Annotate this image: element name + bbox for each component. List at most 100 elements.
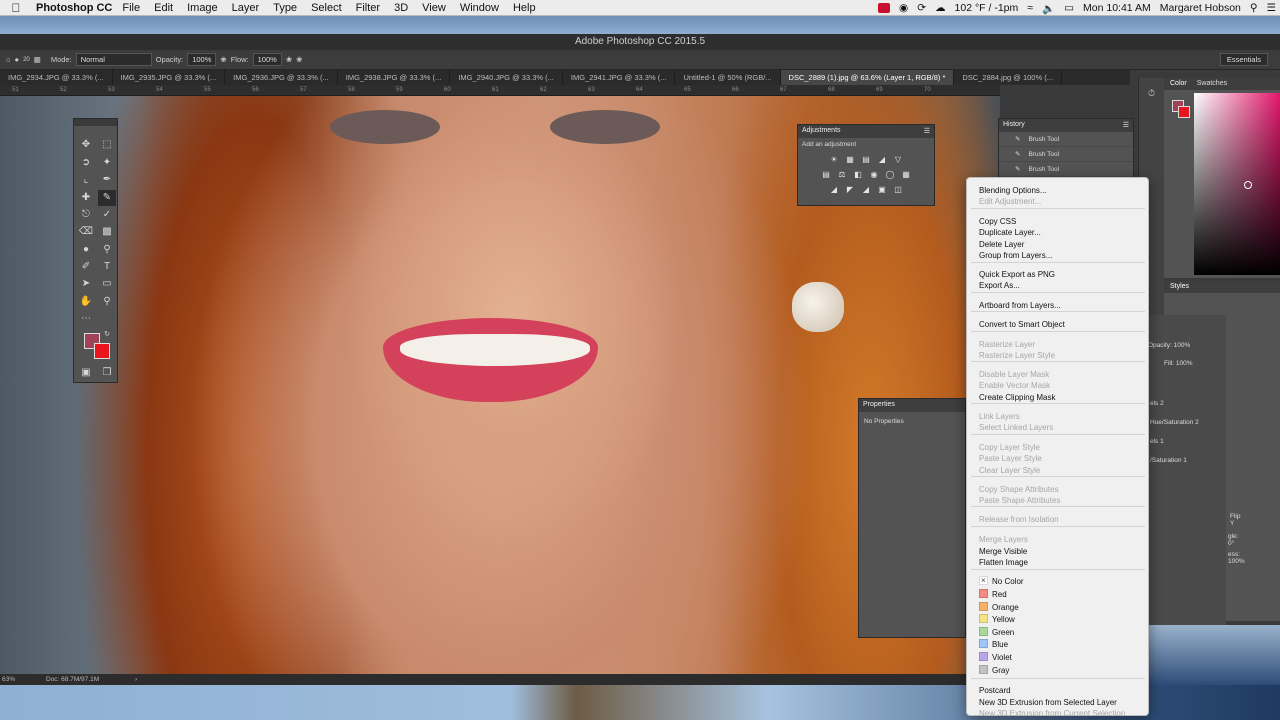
cloud-icon[interactable]: ☁ (935, 2, 946, 14)
eyedropper-tool-icon[interactable]: ✒ (98, 172, 116, 188)
app-menu[interactable]: Photoshop CC (36, 2, 112, 14)
selective-color-icon[interactable]: ◫ (892, 184, 905, 196)
workspace-switcher[interactable]: Essentials (1219, 53, 1268, 66)
photo-filter-icon[interactable]: ◉ (868, 169, 881, 181)
tab-img-2934[interactable]: IMG_2934.JPG @ 33.3% (... (0, 70, 113, 85)
context-menu-item-orange[interactable]: Orange (979, 602, 1019, 613)
brush-preset-icon[interactable]: ● (15, 55, 20, 64)
adobe-icon[interactable] (878, 3, 891, 13)
adjustments-header[interactable]: Adjustments ☰ (798, 125, 934, 138)
context-menu-item-blue[interactable]: Blue (979, 639, 1008, 650)
brightness-contrast-icon[interactable]: ☀ (828, 154, 841, 166)
history-item[interactable]: ✎ Brush Tool (999, 162, 1133, 177)
brush-panel-icon[interactable]: ▦ (34, 55, 41, 64)
layers-opacity[interactable]: Opacity: 100% (1148, 342, 1190, 349)
background-color-swatch[interactable] (94, 343, 110, 359)
screen-mode-icon[interactable]: ❐ (98, 365, 116, 381)
tab-img-2938[interactable]: IMG_2938.JPG @ 33.3% (... (338, 70, 451, 85)
blur-tool-icon[interactable]: ● (77, 242, 95, 258)
tab-dsc-2889[interactable]: DSC_2889 (1).jpg @ 63.6% (Layer 1, RGB/8… (780, 70, 955, 85)
tools-panel-grip[interactable] (74, 119, 117, 126)
levels-icon[interactable]: ▦ (844, 154, 857, 166)
context-menu-item-convert-to-smart-object[interactable]: Convert to Smart Object (979, 319, 1065, 330)
dodge-tool-icon[interactable]: ⚲ (98, 242, 116, 258)
eye-icon[interactable]: ◉ (899, 2, 908, 14)
zoom-level[interactable]: 63% (2, 676, 15, 683)
context-menu-item-duplicate-layer[interactable]: Duplicate Layer... (979, 227, 1041, 238)
layers-fill[interactable]: Fill: 100% (1164, 360, 1193, 367)
home-icon[interactable]: ⌂ (6, 55, 11, 64)
tab-img-2940[interactable]: IMG_2940.JPG @ 33.3% (... (450, 70, 563, 85)
context-menu-item-group-from-layers[interactable]: Group from Layers... (979, 250, 1052, 261)
color-balance-icon[interactable]: ⚖ (836, 169, 849, 181)
crop-tool-icon[interactable]: ⌞ (77, 172, 95, 188)
context-menu-item-create-clipping-mask[interactable]: Create Clipping Mask (979, 392, 1055, 403)
type-tool-icon[interactable]: T (98, 259, 116, 275)
tab-img-2936[interactable]: IMG_2936.JPG @ 33.3% (... (225, 70, 338, 85)
layer-row[interactable]: /Saturation 1 (1150, 457, 1187, 464)
context-menu-item-copy-css[interactable]: Copy CSS (979, 216, 1016, 227)
doc-size[interactable]: Doc: 68.7M/97.1M (46, 676, 99, 683)
menu-filter[interactable]: Filter (356, 2, 380, 14)
history-brush-tool-icon[interactable]: ✓ (98, 207, 116, 223)
threshold-icon[interactable]: ◢ (860, 184, 873, 196)
panel-menu-icon[interactable]: ☰ (1123, 121, 1129, 130)
gradient-map-icon[interactable]: ▣ (876, 184, 889, 196)
battery-icon[interactable]: ▭ (1064, 2, 1074, 14)
color-panel-background[interactable] (1178, 106, 1190, 118)
marquee-tool-icon[interactable]: ⬚ (98, 137, 116, 153)
healing-brush-tool-icon[interactable]: ✚ (77, 190, 95, 206)
history-header[interactable]: History ☰ (999, 119, 1133, 132)
brush-size[interactable]: 20 (23, 57, 30, 63)
tab-dsc-2884[interactable]: DSC_2884.jpg @ 100% (... (954, 70, 1062, 85)
swap-colors-icon[interactable]: ↻ (98, 327, 116, 343)
weather-text[interactable]: 102 °F / -1pm (955, 2, 1019, 14)
apple-icon[interactable]:  (6, 1, 26, 15)
menu-image[interactable]: Image (187, 2, 218, 14)
quick-mask-icon[interactable]: ▣ (77, 365, 95, 381)
context-menu-item-artboard-from-layers[interactable]: Artboard from Layers... (979, 300, 1061, 311)
context-menu-item-no-color[interactable]: × No Color (979, 576, 1024, 587)
black-white-icon[interactable]: ◧ (852, 169, 865, 181)
clock[interactable]: Mon 10:41 AM (1083, 2, 1151, 14)
color-picker-cursor[interactable] (1244, 181, 1252, 189)
context-menu-item-blending-options[interactable]: Blending Options... (979, 185, 1047, 196)
menu-help[interactable]: Help (513, 2, 536, 14)
brush-tool-icon[interactable]: ✎ (98, 190, 116, 206)
flip-y-checkbox[interactable]: Flip Y (1230, 513, 1240, 527)
properties-header[interactable]: Properties (859, 399, 965, 412)
context-menu-item-green[interactable]: Green (979, 627, 1014, 638)
quick-select-tool-icon[interactable]: ✦ (98, 155, 116, 171)
menu-select[interactable]: Select (311, 2, 342, 14)
gradient-tool-icon[interactable]: ▩ (98, 224, 116, 240)
history-item[interactable]: ✎ Brush Tool (999, 132, 1133, 147)
styles-title[interactable]: Styles (1164, 281, 1280, 293)
context-menu-item-yellow[interactable]: Yellow (979, 614, 1015, 625)
menu-file[interactable]: File (122, 2, 140, 14)
tab-img-2935[interactable]: IMG_2935.JPG @ 33.3% (... (113, 70, 226, 85)
context-menu-item-quick-export-as-png[interactable]: Quick Export as PNG (979, 269, 1055, 280)
context-menu-item-delete-layer[interactable]: Delete Layer (979, 239, 1024, 250)
pen-tool-icon[interactable]: ✐ (77, 259, 95, 275)
layer-row[interactable]: els 1 (1150, 438, 1164, 445)
tab-swatches[interactable]: Swatches (1197, 80, 1227, 88)
context-menu-item-new-3d-extrusion-from-selected-layer[interactable]: New 3D Extrusion from Selected Layer (979, 697, 1117, 708)
vibrance-icon[interactable]: ▽ (892, 154, 905, 166)
lasso-tool-icon[interactable]: ➲ (77, 155, 95, 171)
pressure-opacity-icon[interactable]: ❀ (220, 55, 226, 64)
menu-window[interactable]: Window (460, 2, 499, 14)
wifi-icon[interactable]: ≈ (1027, 2, 1033, 14)
sync-icon[interactable]: ⟳ (917, 2, 926, 14)
horizontal-ruler[interactable]: 51 52 53 54 55 56 57 58 59 60 61 62 63 64 65 66 67 68 69 70 (0, 85, 1000, 96)
context-menu-item-merge-visible[interactable]: Merge Visible (979, 546, 1027, 557)
menu-view[interactable]: View (422, 2, 446, 14)
flow-field[interactable]: 100% (252, 53, 282, 66)
layer-row[interactable]: els 2 (1150, 400, 1164, 407)
menu-type[interactable]: Type (273, 2, 297, 14)
history-item[interactable]: ✎ Brush Tool (999, 147, 1133, 162)
pressure-size-icon[interactable]: ❀ (296, 55, 302, 64)
panel-menu-icon[interactable]: ☰ (924, 127, 930, 136)
mode-dropdown[interactable]: Normal (75, 53, 152, 66)
context-menu-item-postcard[interactable]: Postcard (979, 685, 1011, 696)
move-tool-icon[interactable]: ✥ (77, 137, 95, 153)
